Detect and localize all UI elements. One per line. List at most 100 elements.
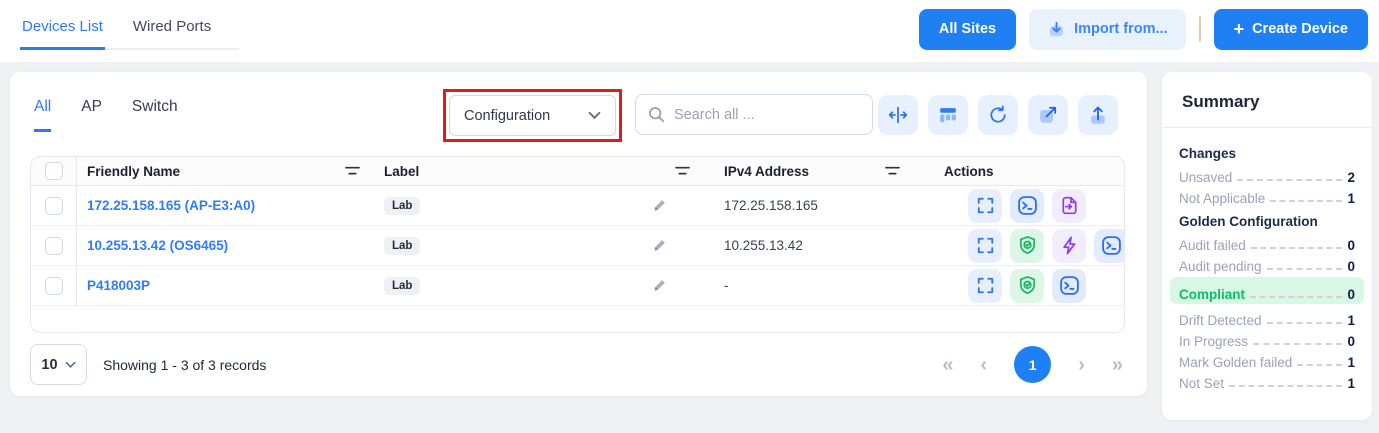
fullscreen-icon[interactable] — [968, 229, 1002, 263]
row-actions — [914, 269, 1124, 303]
column-header-actions: Actions — [914, 157, 1124, 185]
prev-page-button[interactable]: ‹ — [981, 355, 988, 375]
summary-row-value: 1 — [1347, 355, 1355, 370]
search-input[interactable] — [674, 107, 861, 123]
summary-row-label: Audit pending — [1179, 259, 1262, 274]
fullscreen-icon[interactable] — [968, 269, 1002, 303]
records-summary: Showing 1 - 3 of 3 records — [103, 357, 266, 373]
create-device-button[interactable]: + Create Device — [1214, 9, 1368, 50]
table-row: 172.25.158.165 (AP-E3:A0) Lab 172.25.158… — [31, 186, 1124, 226]
edit-label-icon[interactable] — [653, 279, 666, 292]
column-header-label: Label — [374, 157, 704, 185]
label-cell: Lab — [374, 277, 704, 295]
label-cell: Lab — [374, 237, 704, 255]
device-name-link[interactable]: P418003P — [77, 278, 374, 293]
column-label: Friendly Name — [87, 164, 180, 179]
label-badge: Lab — [384, 197, 420, 215]
leader-line — [1251, 247, 1343, 249]
fullscreen-icon[interactable] — [968, 189, 1002, 223]
tab-all[interactable]: All — [34, 98, 51, 132]
summary-row-value: 1 — [1347, 191, 1355, 206]
summary-row: Drift Detected1 — [1179, 307, 1355, 328]
chevron-down-icon — [65, 361, 76, 369]
upload-icon[interactable] — [1078, 95, 1118, 135]
tab-switch[interactable]: Switch — [132, 98, 178, 132]
search-icon — [648, 106, 665, 123]
terminal-icon[interactable] — [1094, 229, 1125, 263]
import-from-label: Import from... — [1074, 21, 1167, 37]
label-badge: Lab — [384, 237, 420, 255]
row-checkbox[interactable] — [45, 197, 63, 215]
export-icon[interactable] — [1028, 95, 1068, 135]
column-label: IPv4 Address — [724, 164, 809, 179]
shield-check-icon[interactable] — [1010, 269, 1044, 303]
table-toolbar — [878, 95, 1118, 135]
summary-row-value: 0 — [1347, 287, 1355, 302]
first-page-button[interactable]: « — [942, 355, 953, 375]
summary-panel: Summary Changes Unsaved2 Not Applicable1… — [1162, 72, 1372, 420]
table-columns-icon[interactable] — [928, 95, 968, 135]
device-name-link[interactable]: 10.255.13.42 (OS6465) — [77, 238, 374, 253]
expand-columns-icon[interactable] — [878, 95, 918, 135]
row-checkbox[interactable] — [45, 237, 63, 255]
ipv4-value: - — [704, 278, 914, 293]
top-tab-group: Devices List Wired Ports — [20, 12, 239, 50]
row-checkbox[interactable] — [45, 277, 63, 295]
edit-label-icon[interactable] — [653, 199, 666, 212]
tab-wired-ports[interactable]: Wired Ports — [131, 12, 213, 48]
all-sites-button[interactable]: All Sites — [919, 9, 1016, 50]
import-from-button[interactable]: Import from... — [1029, 9, 1185, 50]
terminal-icon[interactable] — [1052, 269, 1086, 303]
shield-check-icon[interactable] — [1010, 229, 1044, 263]
summary-section-heading: Golden Configuration — [1179, 214, 1355, 229]
leader-line — [1250, 296, 1342, 298]
leader-line — [1267, 268, 1343, 270]
summary-row: Audit pending0 — [1179, 253, 1355, 274]
summary-row-value: 1 — [1347, 376, 1355, 391]
filter-icon[interactable] — [675, 166, 690, 176]
summary-row-label: Compliant — [1179, 287, 1245, 302]
file-export-icon[interactable] — [1052, 189, 1086, 223]
current-page-button[interactable]: 1 — [1014, 346, 1051, 383]
column-header-friendly-name: Friendly Name — [77, 157, 374, 185]
edit-label-icon[interactable] — [653, 239, 666, 252]
last-page-button[interactable]: » — [1112, 355, 1123, 375]
leader-line — [1229, 385, 1342, 387]
page-size-select[interactable]: 10 — [30, 344, 87, 385]
tab-devices-list[interactable]: Devices List — [20, 12, 105, 50]
lightning-icon[interactable] — [1052, 229, 1086, 263]
summary-row-label: Mark Golden failed — [1179, 355, 1292, 370]
summary-row: Not Set1 — [1179, 370, 1355, 391]
ipv4-value: 10.255.13.42 — [704, 238, 914, 253]
summary-row-label: Drift Detected — [1179, 313, 1262, 328]
summary-row-value: 0 — [1347, 334, 1355, 349]
summary-row: Audit failed 0 — [1179, 232, 1355, 253]
summary-row-value: 0 — [1347, 238, 1355, 253]
label-cell: Lab — [374, 197, 704, 215]
row-checkbox-cell — [31, 226, 77, 265]
summary-row: Not Applicable 1 — [1179, 185, 1355, 206]
tab-ap[interactable]: AP — [81, 98, 102, 132]
device-name-link[interactable]: 172.25.158.165 (AP-E3:A0) — [77, 198, 374, 213]
summary-row-label: Not Applicable — [1179, 191, 1265, 206]
leader-line — [1253, 343, 1342, 345]
summary-body: Changes Unsaved2 Not Applicable1 Golden … — [1162, 128, 1372, 391]
row-actions — [914, 229, 1125, 263]
row-checkbox-cell — [31, 186, 77, 225]
row-actions — [914, 189, 1124, 223]
terminal-icon[interactable] — [1010, 189, 1044, 223]
refresh-icon[interactable] — [978, 95, 1018, 135]
summary-row-label: Audit failed — [1179, 238, 1246, 253]
summary-row-value: 2 — [1347, 170, 1355, 185]
leader-line — [1270, 200, 1342, 202]
next-page-button[interactable]: › — [1078, 355, 1085, 375]
devices-table: Friendly Name Label IPv4 Address Actions… — [30, 156, 1125, 333]
filter-icon[interactable] — [345, 166, 360, 176]
leader-line — [1267, 322, 1343, 324]
column-header-ipv4: IPv4 Address — [704, 157, 914, 185]
pager: « ‹ 1 › » — [942, 344, 1123, 385]
category-dropdown[interactable]: Configuration — [449, 95, 616, 136]
top-bar: Devices List Wired Ports All Sites Impor… — [0, 0, 1379, 62]
filter-icon[interactable] — [885, 166, 900, 176]
select-all-checkbox[interactable] — [45, 162, 63, 180]
